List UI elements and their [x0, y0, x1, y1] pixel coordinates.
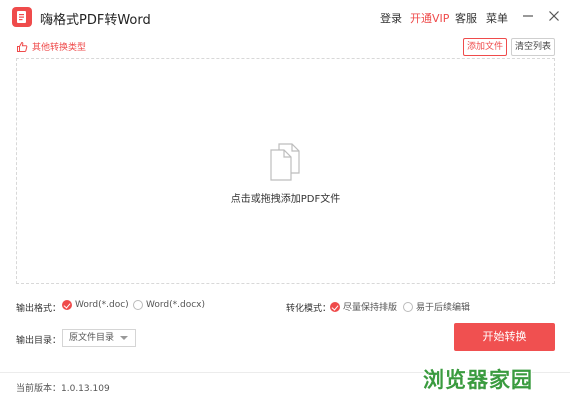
format-doc-radio[interactable]: Word(*.doc) — [62, 300, 129, 310]
mode-easy-edit-radio[interactable]: 易于后续编辑 — [403, 300, 470, 313]
output-format-label: 输出格式： — [16, 304, 62, 314]
pdf-logo-icon — [17, 11, 26, 23]
output-dir-select[interactable]: 原文件目录 — [62, 329, 136, 347]
start-convert-button[interactable]: 开始转换 — [454, 323, 555, 351]
login-link[interactable]: 登录 — [380, 10, 402, 26]
file-icon — [270, 143, 300, 181]
format-docx-radio[interactable]: Word(*.docx) — [133, 300, 205, 310]
drop-hint-text: 点击或拖拽添加PDF文件 — [230, 194, 341, 205]
mode-keep-layout-radio[interactable]: 尽量保持排版 — [330, 300, 397, 313]
radio-unchecked-icon — [403, 301, 413, 312]
radio-checked-icon — [62, 300, 72, 310]
other-types-label: 其他转换类型 — [32, 43, 87, 53]
radio-unchecked-icon — [133, 300, 143, 310]
output-dir-value: 原文件目录 — [69, 333, 115, 343]
add-file-button[interactable]: 添加文件 — [463, 38, 507, 56]
app-title: 嗨格式PDF转Word — [40, 13, 151, 28]
mode-easy-edit-label: 易于后续编辑 — [416, 303, 471, 313]
format-docx-label: Word(*.docx) — [146, 300, 206, 310]
clear-list-button[interactable]: 清空列表 — [511, 38, 555, 56]
minimize-button[interactable] — [521, 9, 535, 23]
minimize-icon — [523, 15, 533, 17]
other-types-link[interactable]: 其他转换类型 — [16, 40, 86, 53]
convert-mode-label: 转化模式： — [286, 304, 332, 314]
service-link[interactable]: 客服 — [455, 10, 477, 26]
vip-link[interactable]: 开通VIP — [410, 10, 449, 26]
format-doc-label: Word(*.doc) — [75, 300, 129, 310]
site-watermark: 浏览器家园 — [423, 368, 533, 392]
title-bar: 嗨格式PDF转Word 登录 开通VIP 客服 菜单 — [0, 0, 570, 34]
close-button[interactable] — [547, 9, 561, 23]
radio-checked-icon — [330, 301, 340, 312]
version-text: 当前版本：1.0.13.109 — [16, 384, 110, 394]
menu-link[interactable]: 菜单 — [486, 10, 508, 26]
output-dir-label: 输出目录： — [16, 336, 62, 346]
chevron-down-icon — [120, 336, 128, 340]
close-icon — [549, 11, 559, 21]
file-drop-zone[interactable]: 点击或拖拽添加PDF文件 — [16, 58, 555, 284]
thumbs-up-icon — [17, 41, 28, 52]
app-logo — [12, 7, 32, 27]
mode-keep-layout-label: 尽量保持排版 — [343, 303, 398, 313]
